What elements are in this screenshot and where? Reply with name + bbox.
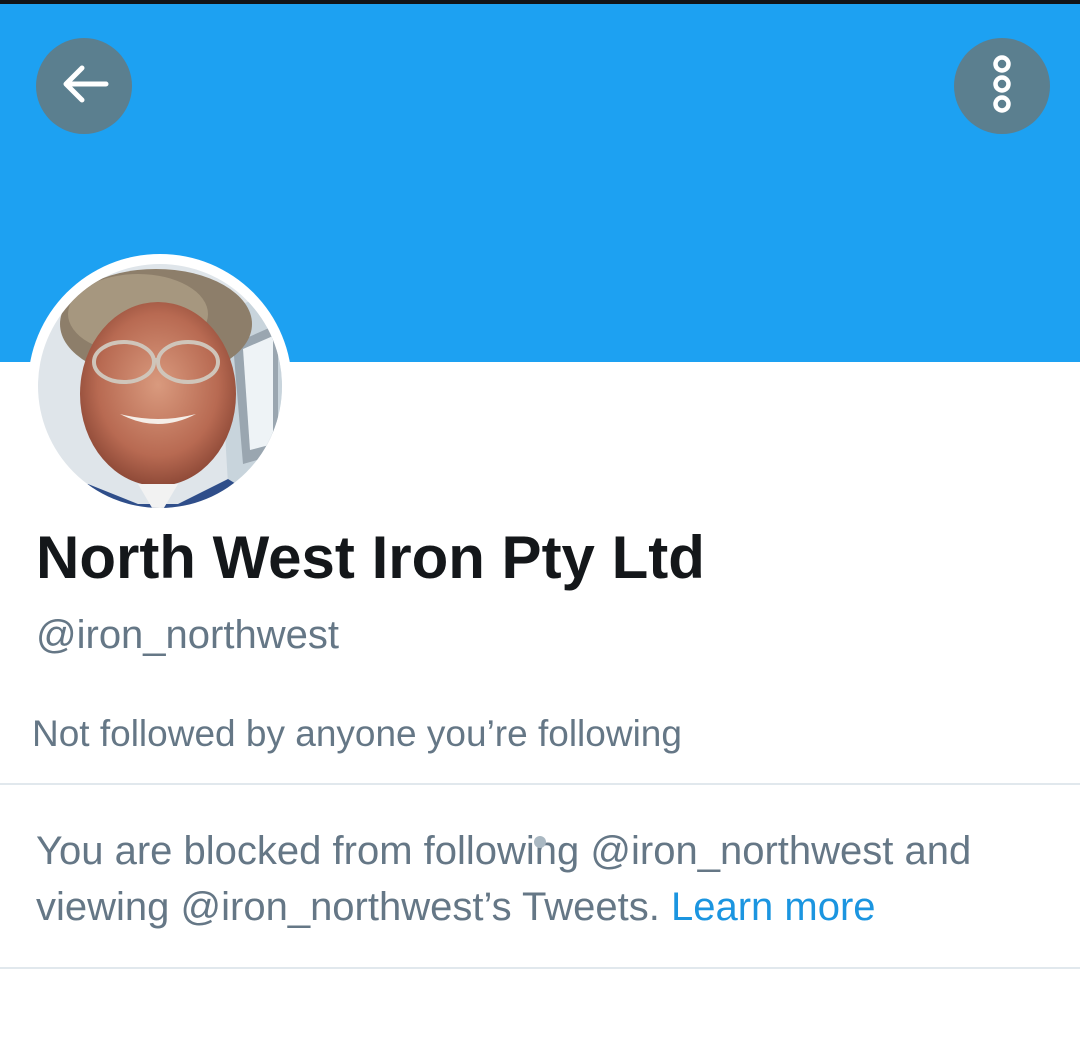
divider [0, 967, 1080, 969]
followers-you-know-note: Not followed by anyone you’re following [32, 713, 682, 754]
learn-more-link[interactable]: Learn more [671, 885, 876, 929]
profile-display-name: North West Iron Pty Ltd [36, 524, 705, 591]
back-button[interactable] [36, 38, 132, 134]
avatar[interactable] [28, 254, 292, 518]
divider [0, 783, 1080, 785]
touch-indicator [534, 836, 546, 848]
profile-handle: @iron_northwest [36, 613, 339, 657]
more-options-button[interactable] [954, 38, 1050, 134]
avatar-photo [38, 264, 282, 508]
more-vertical-icon [987, 52, 1017, 121]
blocked-notice: You are blocked from following @iron_nor… [36, 823, 1056, 935]
arrow-left-icon [56, 56, 112, 117]
